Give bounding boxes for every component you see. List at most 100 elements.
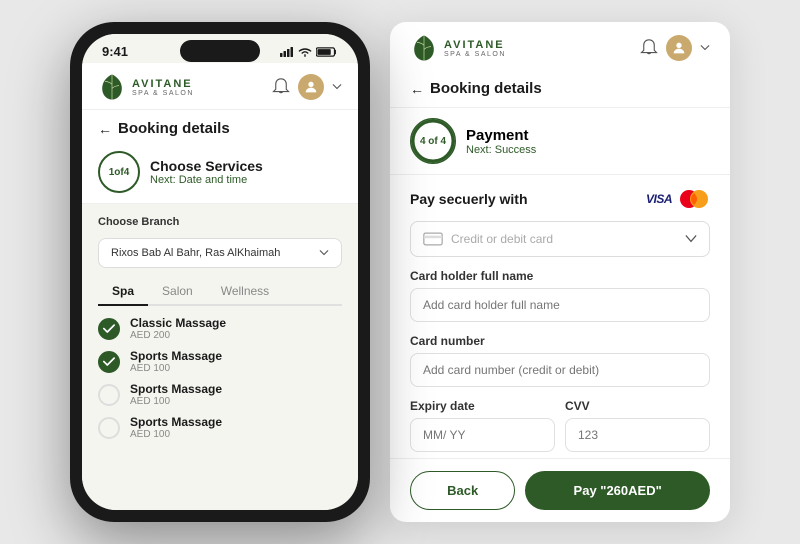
logo-sub: SPA & SALON [132,90,194,97]
panel-back-arrow-icon[interactable]: ← [410,81,424,97]
check-sports-massage-2[interactable] [98,384,120,406]
cvv-input[interactable] [565,418,710,452]
panel-step-info: Payment Next: Success [466,127,536,156]
scene: 9:41 [50,2,750,542]
battery-icon [316,47,338,57]
panel-chevron-down-icon[interactable] [700,45,710,51]
tab-row: Spa Salon Wellness [98,278,342,306]
panel-step-number: 4 of 4 [420,136,446,147]
panel-logo-text: AVITANE SPA & SALON [444,39,506,58]
card-select-chevron-icon [685,235,697,243]
service-price: AED 100 [130,396,222,407]
check-classic-massage[interactable] [98,318,120,340]
payment-section: Pay secuerly with VISA Credit or debit c… [390,175,730,458]
panel-logo-area: AVITANE SPA & SALON [410,34,506,62]
step-circle: 1of4 [98,151,140,193]
card-icon [423,232,443,246]
tab-wellness[interactable]: Wellness [207,278,283,306]
chevron-down-icon[interactable] [332,84,342,90]
expiry-label: Expiry date [410,399,555,413]
logo-leaf-icon [98,73,126,101]
panel-notification-icon[interactable] [640,38,658,58]
logo-area: AVITANE SPA & SALON [98,73,194,101]
cardholder-input[interactable] [410,288,710,322]
wifi-icon [298,47,312,57]
service-info-classic: Classic Massage AED 200 [130,316,226,341]
panel-avatar-icon [671,40,687,56]
service-price: AED 100 [130,429,222,440]
panel-avatar[interactable] [666,35,692,61]
tab-spa[interactable]: Spa [98,278,148,306]
time-display: 9:41 [102,44,128,59]
tab-salon[interactable]: Salon [148,278,207,306]
step-info: Choose Services Next: Date and time [150,158,263,186]
list-item[interactable]: Classic Massage AED 200 [98,316,342,341]
panel-step-row: 4 of 4 Payment Next: Success [390,108,730,175]
branch-value: Rixos Bab Al Bahr, Ras AlKhaimah [111,247,280,259]
check-sports-massage-3[interactable] [98,417,120,439]
back-button[interactable]: Back [410,471,515,510]
branch-label: Choose Branch [98,216,342,228]
list-item[interactable]: Sports Massage AED 100 [98,382,342,407]
card-select-label: Credit or debit card [451,232,677,246]
step-indicator: 1of4 Choose Services Next: Date and time [82,143,358,204]
service-price: AED 100 [130,363,222,374]
service-price: AED 200 [130,330,226,341]
visa-logo: VISA [646,192,672,206]
app-content: Choose Branch Rixos Bab Al Bahr, Ras AlK… [82,204,358,510]
service-info-sports-3: Sports Massage AED 100 [130,415,222,440]
phone-screen: 9:41 [82,34,358,510]
panel-logo-leaf-icon [410,34,438,62]
booking-header: ← Booking details [82,110,358,143]
logo-name: AVITANE [132,78,194,90]
panel-step-name: Payment [466,127,536,144]
service-name: Sports Massage [130,415,222,429]
panel-booking-header: ← Booking details [410,72,710,107]
right-panel: AVITANE SPA & SALON [390,22,730,522]
service-name: Sports Massage [130,382,222,396]
check-sports-massage-1[interactable] [98,351,120,373]
branch-select[interactable]: Rixos Bab Al Bahr, Ras AlKhaimah [98,238,342,268]
service-list: Classic Massage AED 200 Sports Massage [98,316,342,440]
expiry-cvv-row: Expiry date CVV [410,399,710,452]
avatar[interactable] [298,74,324,100]
mastercard-logo [678,189,710,209]
logo-text: AVITANE SPA & SALON [132,78,194,97]
card-number-label: Card number [410,334,710,348]
panel-top-bar: AVITANE SPA & SALON [390,22,730,108]
panel-step-circle: 4 of 4 [410,118,456,164]
back-arrow-icon[interactable]: ← [98,121,112,137]
pay-label: Pay secuerly with [410,191,528,207]
cvv-group: CVV [565,399,710,452]
cvv-label: CVV [565,399,710,413]
card-type-select[interactable]: Credit or debit card [410,221,710,257]
step-next: Next: Date and time [150,174,263,186]
card-number-input[interactable] [410,353,710,387]
check-icon [103,357,115,367]
expiry-group: Expiry date [410,399,555,452]
card-number-group: Card number [410,334,710,387]
branch-chevron-icon [319,250,329,256]
avatar-icon [303,79,319,95]
notification-icon[interactable] [272,77,290,97]
service-name: Sports Massage [130,349,222,363]
phone-device: 9:41 [70,22,370,522]
step-number: 1of4 [109,167,130,178]
cardholder-group: Card holder full name [410,269,710,322]
step-name: Choose Services [150,158,263,174]
header-icons [272,74,342,100]
panel-logo-row: AVITANE SPA & SALON [410,34,710,62]
card-logos: VISA [646,189,710,209]
booking-title: Booking details [118,120,230,137]
list-item[interactable]: Sports Massage AED 100 [98,415,342,440]
service-name: Classic Massage [130,316,226,330]
list-item[interactable]: Sports Massage AED 100 [98,349,342,374]
panel-footer: Back Pay "260AED" [390,458,730,522]
panel-logo-name: AVITANE [444,39,506,51]
panel-step-next: Next: Success [466,144,536,156]
expiry-input[interactable] [410,418,555,452]
check-icon [103,324,115,334]
panel-header-icons [640,35,710,61]
pay-button[interactable]: Pay "260AED" [525,471,710,510]
status-icons [280,47,338,57]
